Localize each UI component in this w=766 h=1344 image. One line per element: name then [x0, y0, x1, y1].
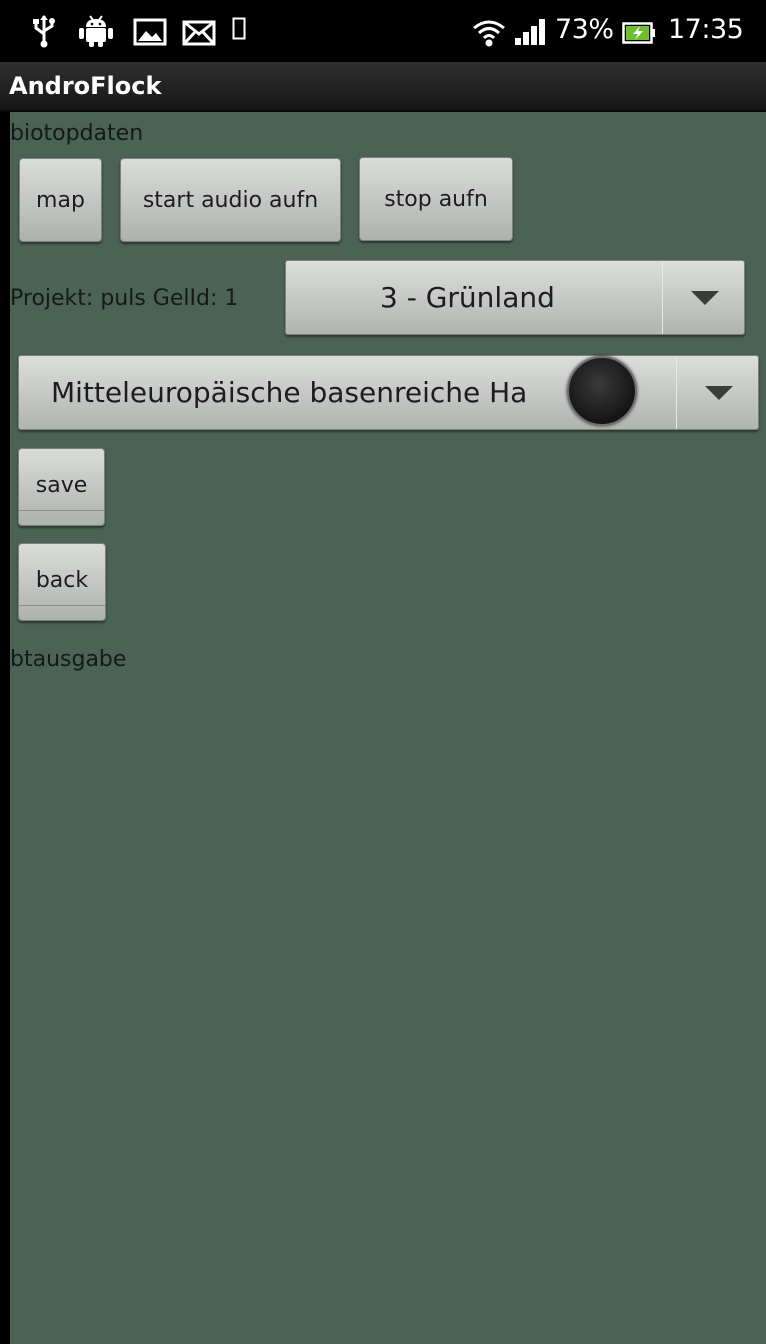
map-button-label: map — [36, 187, 85, 213]
mail-icon — [182, 20, 216, 46]
spinner-divider — [676, 356, 677, 429]
button-underline — [19, 510, 104, 511]
stop-audio-button-label: stop aufn — [384, 186, 488, 212]
image-icon — [133, 18, 167, 46]
phone-icon — [232, 17, 246, 40]
battery-charging-icon — [622, 22, 655, 44]
project-label: Projekt: puls GelId: 1 — [10, 286, 239, 311]
back-button[interactable]: back — [18, 543, 106, 621]
save-button-label: save — [35, 472, 88, 498]
biotope-spinner-value: Mitteleuropäische basenreiche Ha — [51, 376, 528, 409]
battery-percent: 73% — [555, 14, 614, 45]
button-underline — [19, 605, 105, 606]
android-debug-icon — [79, 15, 113, 47]
output-label: btausgabe — [10, 647, 127, 672]
status-bar: 73% 17:35 — [0, 0, 766, 62]
usb-icon — [33, 15, 55, 48]
spinner-divider — [662, 261, 663, 334]
category-spinner[interactable]: 3 - Grünland — [285, 260, 745, 335]
touch-indicator — [567, 356, 637, 426]
category-spinner-value: 3 - Grünland — [380, 281, 555, 314]
chevron-down-icon — [678, 356, 758, 429]
map-button[interactable]: map — [19, 158, 102, 242]
start-audio-button-label: start audio aufn — [142, 187, 319, 213]
action-bar: AndroFlock — [0, 62, 766, 112]
start-audio-button[interactable]: start audio aufn — [120, 158, 341, 242]
clock: 17:35 — [668, 14, 744, 45]
chevron-down-icon — [664, 261, 744, 334]
app-title: AndroFlock — [9, 72, 162, 100]
biotope-spinner[interactable]: Mitteleuropäische basenreiche Ha — [18, 355, 759, 430]
stop-audio-button[interactable]: stop aufn — [359, 157, 513, 241]
signal-icon — [515, 19, 545, 45]
wifi-icon — [473, 20, 505, 47]
save-button[interactable]: save — [18, 448, 105, 526]
back-button-label: back — [35, 567, 89, 593]
biotopdaten-label: biotopdaten — [10, 121, 144, 146]
